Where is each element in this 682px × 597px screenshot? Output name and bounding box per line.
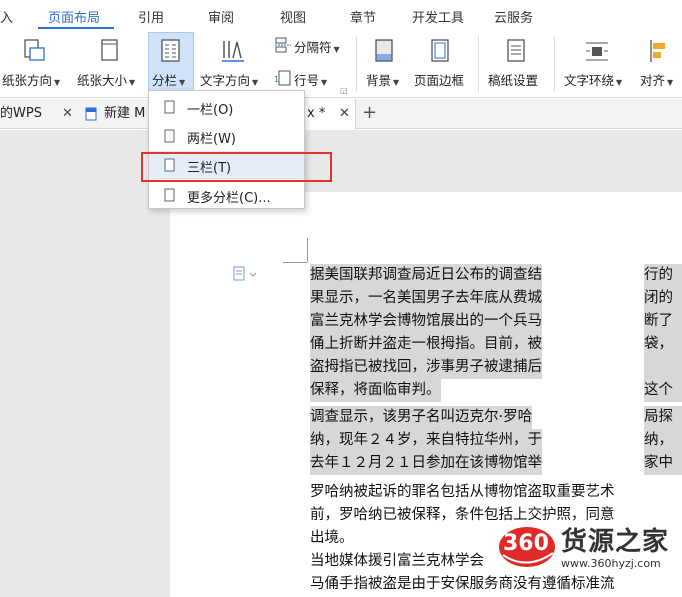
doc-line: 俑上折断并盗走一根拇指。目前，被 [310,333,542,356]
menu-item-one-column-label: 一栏(O) [187,103,234,118]
ribbon-group-expander-icon[interactable]: ◲ [340,86,348,95]
new-tab-button[interactable]: + [362,102,377,123]
tab-view[interactable]: 视图 [280,7,306,26]
background-icon [375,39,393,62]
tab-review[interactable]: 审阅 [208,7,234,26]
ribbon-toolbar: 纸张方向 ▼ 纸张大小 ▼ 分栏 ▼ 文字方向 ▼ 分隔符 ▼ 1 行号 ▼ 背… [0,30,682,98]
ribbon-divider [478,36,479,92]
tab-insert[interactable]: 入 [0,7,13,26]
align-icon [650,40,665,62]
doc-line: 纳， [644,429,682,452]
tab-page-layout[interactable]: 页面布局 [48,7,100,26]
watermark-name: 货源之家 [561,527,670,557]
single-page-icon [164,129,175,143]
doc-line: 这个 [644,379,682,402]
close-tab-icon[interactable]: ✕ [62,106,73,121]
doc-line: 调查显示，该男子名叫迈克尔·罗哈 [310,406,533,429]
tab-developer[interactable]: 开发工具 [412,7,464,26]
columns-icon [161,39,180,62]
background-label: 背景 [366,73,392,88]
text-direction-label: 文字方向 [200,73,251,88]
columns-dropdown-menu: 一栏(O) 两栏(W) 三栏(T) 更多分栏(C)... [148,90,305,209]
document-tab-bar: 的WPS ✕ 新建 M x * ✕ + [0,99,682,129]
doc-line: 出境。 [310,530,354,546]
paper-size-icon [101,39,118,61]
paper-size-button[interactable]: 纸张大小 ▼ [72,30,146,98]
doc-line: 家中 [644,452,682,475]
page-margin-mark [283,262,307,263]
separator-label: 分隔符 [294,40,332,55]
orientation-label: 纸张方向 [2,73,53,88]
menu-item-two-columns[interactable]: 两栏(W) [149,122,304,150]
page-border-button[interactable]: 页面边框 [410,30,472,98]
text-direction-icon [222,41,244,62]
doc-line: 罗哈纳被起诉的罪名包括从博物馆盗取重要艺术 [310,484,615,500]
paper-size-label: 纸张大小 [77,73,128,88]
tab-chapter[interactable]: 章节 [350,7,376,26]
doc-line: 果显示，一名美国男子去年底从费城 [310,287,542,310]
menu-item-one-column[interactable]: 一栏(O) [149,93,304,121]
text-direction-button[interactable]: 文字方向 ▼ [198,30,268,98]
grid-paper-button[interactable]: 稿纸设置 [484,30,550,98]
orientation-button[interactable]: 纸张方向 ▼ [0,30,70,98]
menu-item-more-columns[interactable]: 更多分栏(C)... [149,181,304,209]
text-wrap-button[interactable]: 文字环绕 ▼ [560,30,634,98]
highlight-annotation-box [141,152,332,182]
align-label: 对齐 [640,73,666,88]
doc-line [644,356,682,379]
doc-tab-new-label: 新建 M [104,106,146,121]
grid-paper-icon [507,39,525,62]
ribbon-divider [356,36,357,92]
doc-line: 富兰克林学会博物馆展出的一个兵马 [310,310,542,333]
menu-item-more-columns-label: 更多分栏(C)... [187,191,271,206]
tab-references[interactable]: 引用 [138,7,164,26]
watermark: 360 货源之家 www.360hyzj.com [495,517,682,597]
menu-item-two-columns-label: 两栏(W) [187,132,236,147]
doc-tab-new[interactable]: 新建 M [82,99,152,129]
page-orientation-icon [24,39,45,61]
doc-line: 断了 [644,310,682,333]
wps-writer-window: 入 页面布局 引用 审阅 视图 章节 开发工具 云服务 纸张方向 ▼ 纸张大小 ▼ [0,0,682,597]
columns-button[interactable]: 分栏 ▼ [148,32,194,92]
ribbon-tab-bar: 入 页面布局 引用 审阅 视图 章节 开发工具 云服务 [0,0,682,30]
doc-line: 当地媒体援引富兰克林学会 [310,553,484,569]
page-border-label: 页面边框 [414,73,465,88]
doc-line: 行的 [644,264,682,287]
svg-text:1: 1 [274,75,279,84]
background-button[interactable]: 背景 ▼ [362,30,408,98]
document-icon [85,107,97,121]
page-margin-mark [307,238,308,262]
separator-icon [275,37,291,53]
tab-cloud[interactable]: 云服务 [494,7,533,26]
doc-line: 闭的 [644,287,682,310]
single-page-icon [164,188,175,202]
text-wrap-label: 文字环绕 [564,73,615,88]
doc-line: 据美国联邦调查局近日公布的调查结 [310,264,542,287]
line-number-label: 行号 [294,73,320,88]
doc-line: 袋， [644,333,682,356]
doc-line: 局探 [644,406,682,429]
ribbon-divider [554,36,555,92]
doc-line: 去年１２月２１日参加在该博物馆举 [310,452,542,475]
active-tab-indicator [38,27,114,29]
page-border-icon [431,39,449,62]
separator-button[interactable]: 分隔符 ▼ [272,34,352,58]
line-number-icon: 1 [274,70,291,86]
watermark-logo-text: 360 [503,531,549,556]
doc-tab-active-label: x * [307,106,326,121]
doc-tab-wps-label: 的WPS [0,106,42,121]
doc-line: 保释，将面临审判。 [310,379,441,402]
grid-paper-label: 稿纸设置 [488,73,539,88]
columns-label: 分栏 [152,73,178,88]
doc-line: 纳，现年２４岁，来自特拉华州，于 [310,429,542,452]
doc-line: 盗拇指已被找回，涉事男子被逮捕后 [310,356,542,379]
doc-tab-active[interactable]: x * ✕ [296,99,356,129]
doc-tab-wps[interactable]: 的WPS [0,99,58,129]
text-wrap-icon [586,42,608,61]
paragraph-layout-icon[interactable] [232,266,260,282]
align-button[interactable]: 对齐 ▼ [636,30,682,98]
close-tab-icon[interactable]: ✕ [339,99,350,129]
single-page-icon [164,100,175,114]
watermark-url: www.360hyzj.com [561,557,661,570]
